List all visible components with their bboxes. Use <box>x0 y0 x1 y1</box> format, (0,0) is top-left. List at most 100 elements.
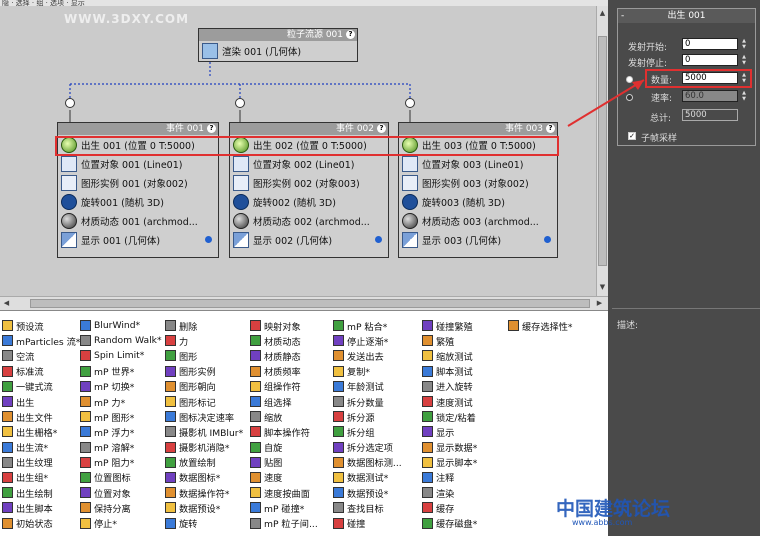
depot-item[interactable]: mP 切换* <box>80 379 162 394</box>
event-input-connector[interactable] <box>405 98 415 108</box>
scroll-left-icon[interactable]: ◀ <box>2 298 11 308</box>
depot-item[interactable]: 出生组* <box>2 470 80 485</box>
depot-item[interactable]: 出生纹理 <box>2 455 80 470</box>
depot-item[interactable]: 数据图标测... <box>333 455 402 470</box>
depot-item[interactable]: 停止* <box>80 515 162 530</box>
spinner-arrows-icon[interactable]: ▲ ▼ <box>740 90 748 102</box>
depot-item[interactable]: 标准流 <box>2 364 80 379</box>
depot-item[interactable]: 停止逐渐* <box>333 333 402 348</box>
help-icon[interactable]: ? <box>546 124 555 133</box>
depot-item[interactable]: mP 阻力* <box>80 455 162 470</box>
help-icon[interactable]: ? <box>377 124 386 133</box>
operator-row[interactable]: 图形实例 001 (对象002) <box>58 173 218 192</box>
depot-item[interactable]: 显示数据* <box>422 440 477 455</box>
depot-item[interactable]: 缓存 <box>422 500 477 515</box>
depot-item[interactable]: 脚本操作符 <box>250 424 318 439</box>
scroll-right-icon[interactable]: ▶ <box>595 298 604 308</box>
scroll-thumb[interactable] <box>30 299 590 308</box>
depot-item[interactable]: 显示脚本* <box>422 455 477 470</box>
operator-row[interactable]: 旋转001 (随机 3D) <box>58 192 218 211</box>
depot-item[interactable]: 繁殖 <box>422 333 477 348</box>
depot-item[interactable]: 注释 <box>422 470 477 485</box>
help-icon[interactable]: ? <box>346 30 355 39</box>
depot-item[interactable]: 摄影机 IMBlur* <box>165 424 243 439</box>
depot-item[interactable]: mP 力* <box>80 394 162 409</box>
depot-item[interactable]: 拆分选定项 <box>333 440 402 455</box>
depot-item[interactable]: 删除 <box>165 318 243 333</box>
depot-item[interactable]: 出生文件 <box>2 409 80 424</box>
depot-item[interactable]: 组操作符 <box>250 379 318 394</box>
depot-item[interactable]: 材质动态 <box>250 333 318 348</box>
depot-item[interactable]: 拆分源 <box>333 409 402 424</box>
operator-row[interactable]: 显示 003 (几何体) <box>399 230 557 249</box>
depot-item[interactable]: Spin Limit* <box>80 348 162 363</box>
depot-item[interactable]: 速度测试 <box>422 394 477 409</box>
operator-row[interactable]: 旋转002 (随机 3D) <box>230 192 388 211</box>
depot-item[interactable]: 初始状态 <box>2 515 80 530</box>
depot-item[interactable]: 锁定/粘着 <box>422 409 477 424</box>
subframe-checkbox[interactable]: ✓ <box>628 132 636 140</box>
depot-item[interactable]: mP 世界* <box>80 364 162 379</box>
depot-item[interactable]: 图形朝向 <box>165 379 243 394</box>
depot-item[interactable]: 数据操作符* <box>165 485 243 500</box>
operator-row[interactable]: 图形实例 002 (对象003) <box>230 173 388 192</box>
rate-field[interactable]: 60.0 <box>682 90 738 102</box>
scroll-up-icon[interactable]: ▲ <box>598 8 607 18</box>
operator-row[interactable]: 位置对象 001 (Line01) <box>58 154 218 173</box>
depot-item[interactable]: 查找目标 <box>333 500 402 515</box>
depot-item[interactable]: 缩放测试 <box>422 348 477 363</box>
depot-item[interactable]: Random Walk* <box>80 333 162 348</box>
event-input-connector[interactable] <box>235 98 245 108</box>
depot-item[interactable]: 渲染 <box>422 485 477 500</box>
depot-item[interactable]: 碰撞 <box>333 515 402 530</box>
depot-item[interactable]: 缓存选择性* <box>508 318 573 333</box>
depot-item[interactable]: 位置图标 <box>80 470 162 485</box>
depot-item[interactable]: 数据预设* <box>333 485 402 500</box>
depot-item[interactable]: 自旋 <box>250 440 318 455</box>
depot-item[interactable]: 年龄测试 <box>333 379 402 394</box>
depot-item[interactable]: 出生流* <box>2 440 80 455</box>
depot-item[interactable]: 贴图 <box>250 455 318 470</box>
depot-item[interactable]: mP 粒子间... <box>250 515 318 530</box>
depot-item[interactable]: 位置对象 <box>80 485 162 500</box>
operator-row[interactable]: 材质动态 001 (archmod... <box>58 211 218 230</box>
operator-row[interactable]: 显示 001 (几何体) <box>58 230 218 249</box>
depot-item[interactable]: mP 图形* <box>80 409 162 424</box>
depot-item[interactable]: 出生 <box>2 394 80 409</box>
depot-item[interactable]: 缩放 <box>250 409 318 424</box>
depot-item[interactable]: mP 碰撞* <box>250 500 318 515</box>
depot-item[interactable]: 出生脚本 <box>2 500 80 515</box>
particle-view-canvas[interactable]: WWW.3DXY.COM 粒子流源 001? 渲染 001 (几何体) 事件 0… <box>0 6 596 296</box>
depot-item[interactable]: 显示 <box>422 424 477 439</box>
spinner-arrows-icon[interactable]: ▲ ▼ <box>740 54 748 66</box>
depot-item[interactable]: 材质静态 <box>250 348 318 363</box>
emit-start-field[interactable]: 0 <box>682 38 738 50</box>
depot-item[interactable]: 材质频率 <box>250 364 318 379</box>
depot-item[interactable]: 预设流 <box>2 318 80 333</box>
depot-item[interactable]: 旋转 <box>165 515 243 530</box>
operator-row[interactable]: 渲染 001 (几何体) <box>199 41 357 60</box>
depot-item[interactable]: 图标决定速率 <box>165 409 243 424</box>
spinner-arrows-icon[interactable]: ▲ ▼ <box>740 38 748 50</box>
depot-item[interactable]: 复制* <box>333 364 402 379</box>
depot-item[interactable]: 空流 <box>2 348 80 363</box>
depot-item[interactable]: mP 粘合* <box>333 318 402 333</box>
depot-item[interactable]: 数据图标* <box>165 470 243 485</box>
rollout-title[interactable]: - 出生 001 <box>618 9 755 23</box>
depot-item[interactable]: 速度按曲面 <box>250 485 318 500</box>
depot-item[interactable]: 脚本测试 <box>422 364 477 379</box>
depot-item[interactable]: mParticles 流* <box>2 333 80 348</box>
horizontal-scrollbar[interactable]: ◀ ▶ <box>0 296 608 310</box>
depot-item[interactable]: BlurWind* <box>80 318 162 333</box>
scroll-down-icon[interactable]: ▼ <box>598 282 607 292</box>
depot-item[interactable]: 摄影机消隐* <box>165 440 243 455</box>
depot-item[interactable]: 图形 <box>165 348 243 363</box>
depot-item[interactable]: 一键式流 <box>2 379 80 394</box>
depot-item[interactable]: 保持分离 <box>80 500 162 515</box>
depot-item[interactable]: 图形标记 <box>165 394 243 409</box>
depot-item[interactable]: 组选择 <box>250 394 318 409</box>
operator-row[interactable]: 图形实例 003 (对象002) <box>399 173 557 192</box>
depot-item[interactable]: 数据预设* <box>165 500 243 515</box>
depot-item[interactable]: 拆分组 <box>333 424 402 439</box>
collapse-icon[interactable]: - <box>621 9 624 23</box>
